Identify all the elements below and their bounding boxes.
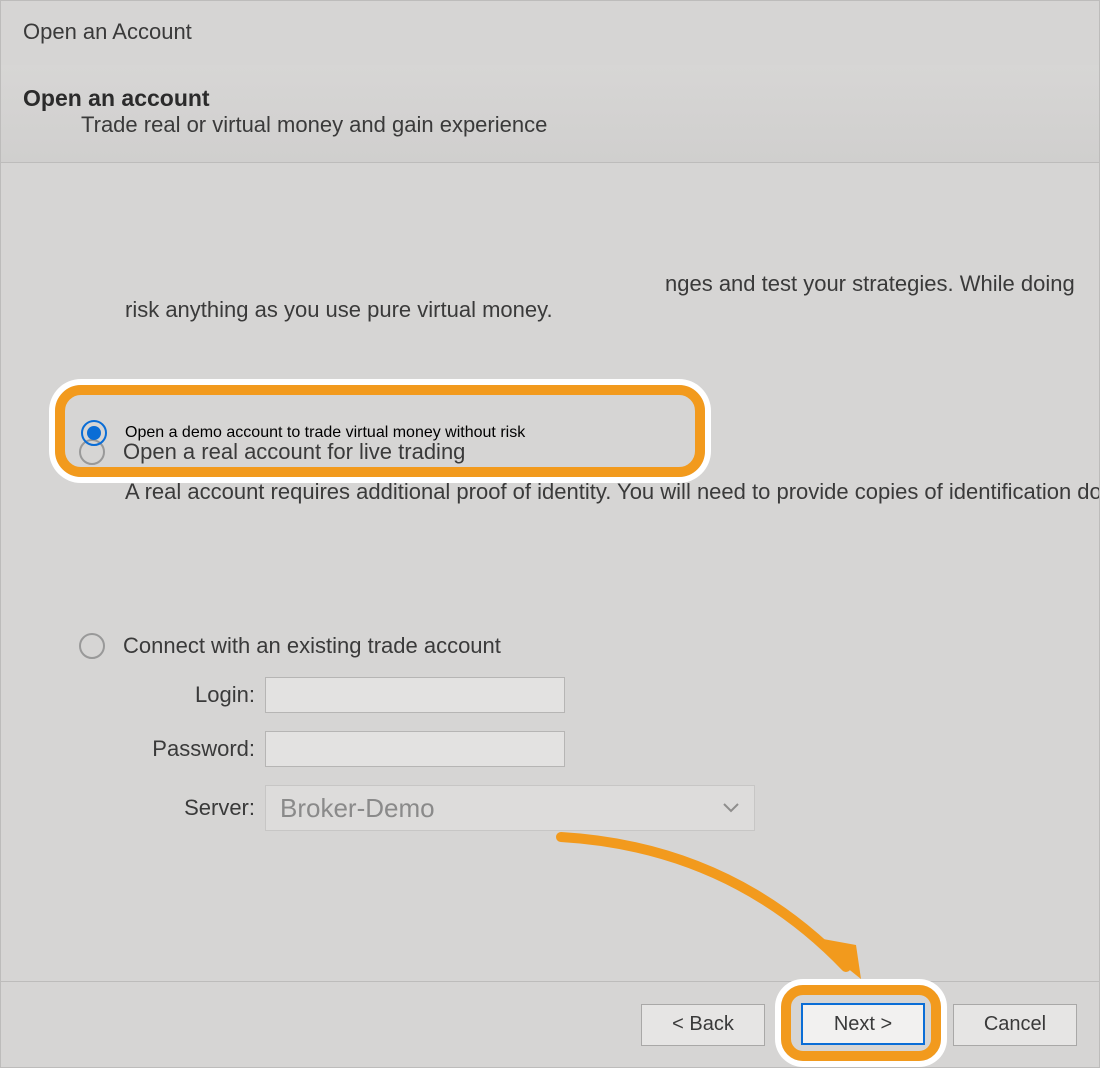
window-title: Open an Account xyxy=(1,1,1099,65)
option-existing-row[interactable]: Connect with an existing trade account xyxy=(79,633,1099,659)
next-button[interactable]: Next > xyxy=(801,1003,925,1045)
open-account-dialog: Open an Account Open an account Trade re… xyxy=(0,0,1100,1068)
password-label: Password: xyxy=(125,736,255,762)
dialog-header: Open an account Trade real or virtual mo… xyxy=(1,65,1099,163)
server-select-value: Broker-Demo xyxy=(280,793,435,824)
option-demo-description: nges and test your strategies. While doi… xyxy=(125,271,1099,323)
header-heading: Open an account xyxy=(23,85,1077,112)
cancel-button[interactable]: Cancel xyxy=(953,1004,1077,1046)
dialog-content: Open a demo account to trade virtual mon… xyxy=(1,163,1099,963)
option-existing-block: Connect with an existing trade account L… xyxy=(79,633,1099,831)
header-subheading: Trade real or virtual money and gain exp… xyxy=(81,112,1077,138)
radio-selected-icon[interactable] xyxy=(81,420,107,446)
server-select[interactable]: Broker-Demo xyxy=(265,785,755,831)
server-label: Server: xyxy=(125,795,255,821)
password-input[interactable] xyxy=(265,731,565,767)
existing-account-form: Login: Password: Server: Broker-Demo xyxy=(125,677,1099,831)
option-demo-label: Open a demo account to trade virtual mon… xyxy=(125,424,525,442)
option-demo-block: nges and test your strategies. While doi… xyxy=(79,215,1099,323)
radio-unselected-icon[interactable] xyxy=(79,633,105,659)
option-real-description: A real account requires additional proof… xyxy=(125,479,1099,505)
chevron-down-icon xyxy=(722,802,740,814)
option-existing-label: Connect with an existing trade account xyxy=(123,633,501,659)
option-demo-row[interactable]: Open a demo account to trade virtual mon… xyxy=(81,413,686,453)
login-label: Login: xyxy=(125,682,255,708)
login-input[interactable] xyxy=(265,677,565,713)
back-button[interactable]: < Back xyxy=(641,1004,765,1046)
dialog-footer: < Back Cancel xyxy=(1,981,1099,1067)
